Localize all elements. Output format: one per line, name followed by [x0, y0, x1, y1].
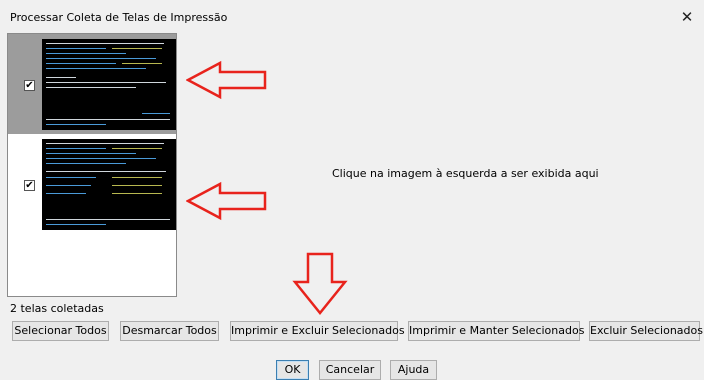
- ok-button[interactable]: OK: [276, 360, 309, 380]
- print-and-keep-selected-button[interactable]: Imprimir e Manter Selecionados: [408, 321, 584, 341]
- cancel-button[interactable]: Cancelar: [319, 360, 381, 380]
- print-and-delete-selected-button[interactable]: Imprimir e Excluir Selecionados: [230, 321, 405, 341]
- help-button[interactable]: Ajuda: [390, 360, 437, 380]
- thumbnail-item[interactable]: ✔: [8, 134, 176, 234]
- down-arrow-annotation: [292, 252, 348, 315]
- thumbnail-image[interactable]: [42, 39, 176, 130]
- collected-count-label: 2 telas coletadas: [10, 302, 104, 315]
- delete-selected-button[interactable]: Excluir Selecionados: [589, 321, 703, 341]
- thumbnail-item[interactable]: ✔: [8, 34, 176, 134]
- title-bar: Processar Coleta de Telas de Impressão ✕: [0, 0, 704, 32]
- left-arrow-annotation-1: [186, 60, 267, 100]
- thumbnail-list[interactable]: ✔ ✔: [7, 33, 177, 297]
- left-arrow-annotation-2: [186, 181, 267, 221]
- thumbnail-checkbox[interactable]: ✔: [24, 180, 35, 191]
- window-title: Processar Coleta de Telas de Impressão: [10, 11, 228, 24]
- select-all-button[interactable]: Selecionar Todos: [12, 321, 109, 341]
- deselect-all-button[interactable]: Desmarcar Todos: [120, 321, 219, 341]
- preview-placeholder: Clique na imagem à esquerda a ser exibid…: [332, 167, 599, 180]
- close-icon[interactable]: ✕: [676, 6, 698, 28]
- thumbnail-image[interactable]: [42, 139, 176, 230]
- thumbnail-checkbox[interactable]: ✔: [24, 80, 35, 91]
